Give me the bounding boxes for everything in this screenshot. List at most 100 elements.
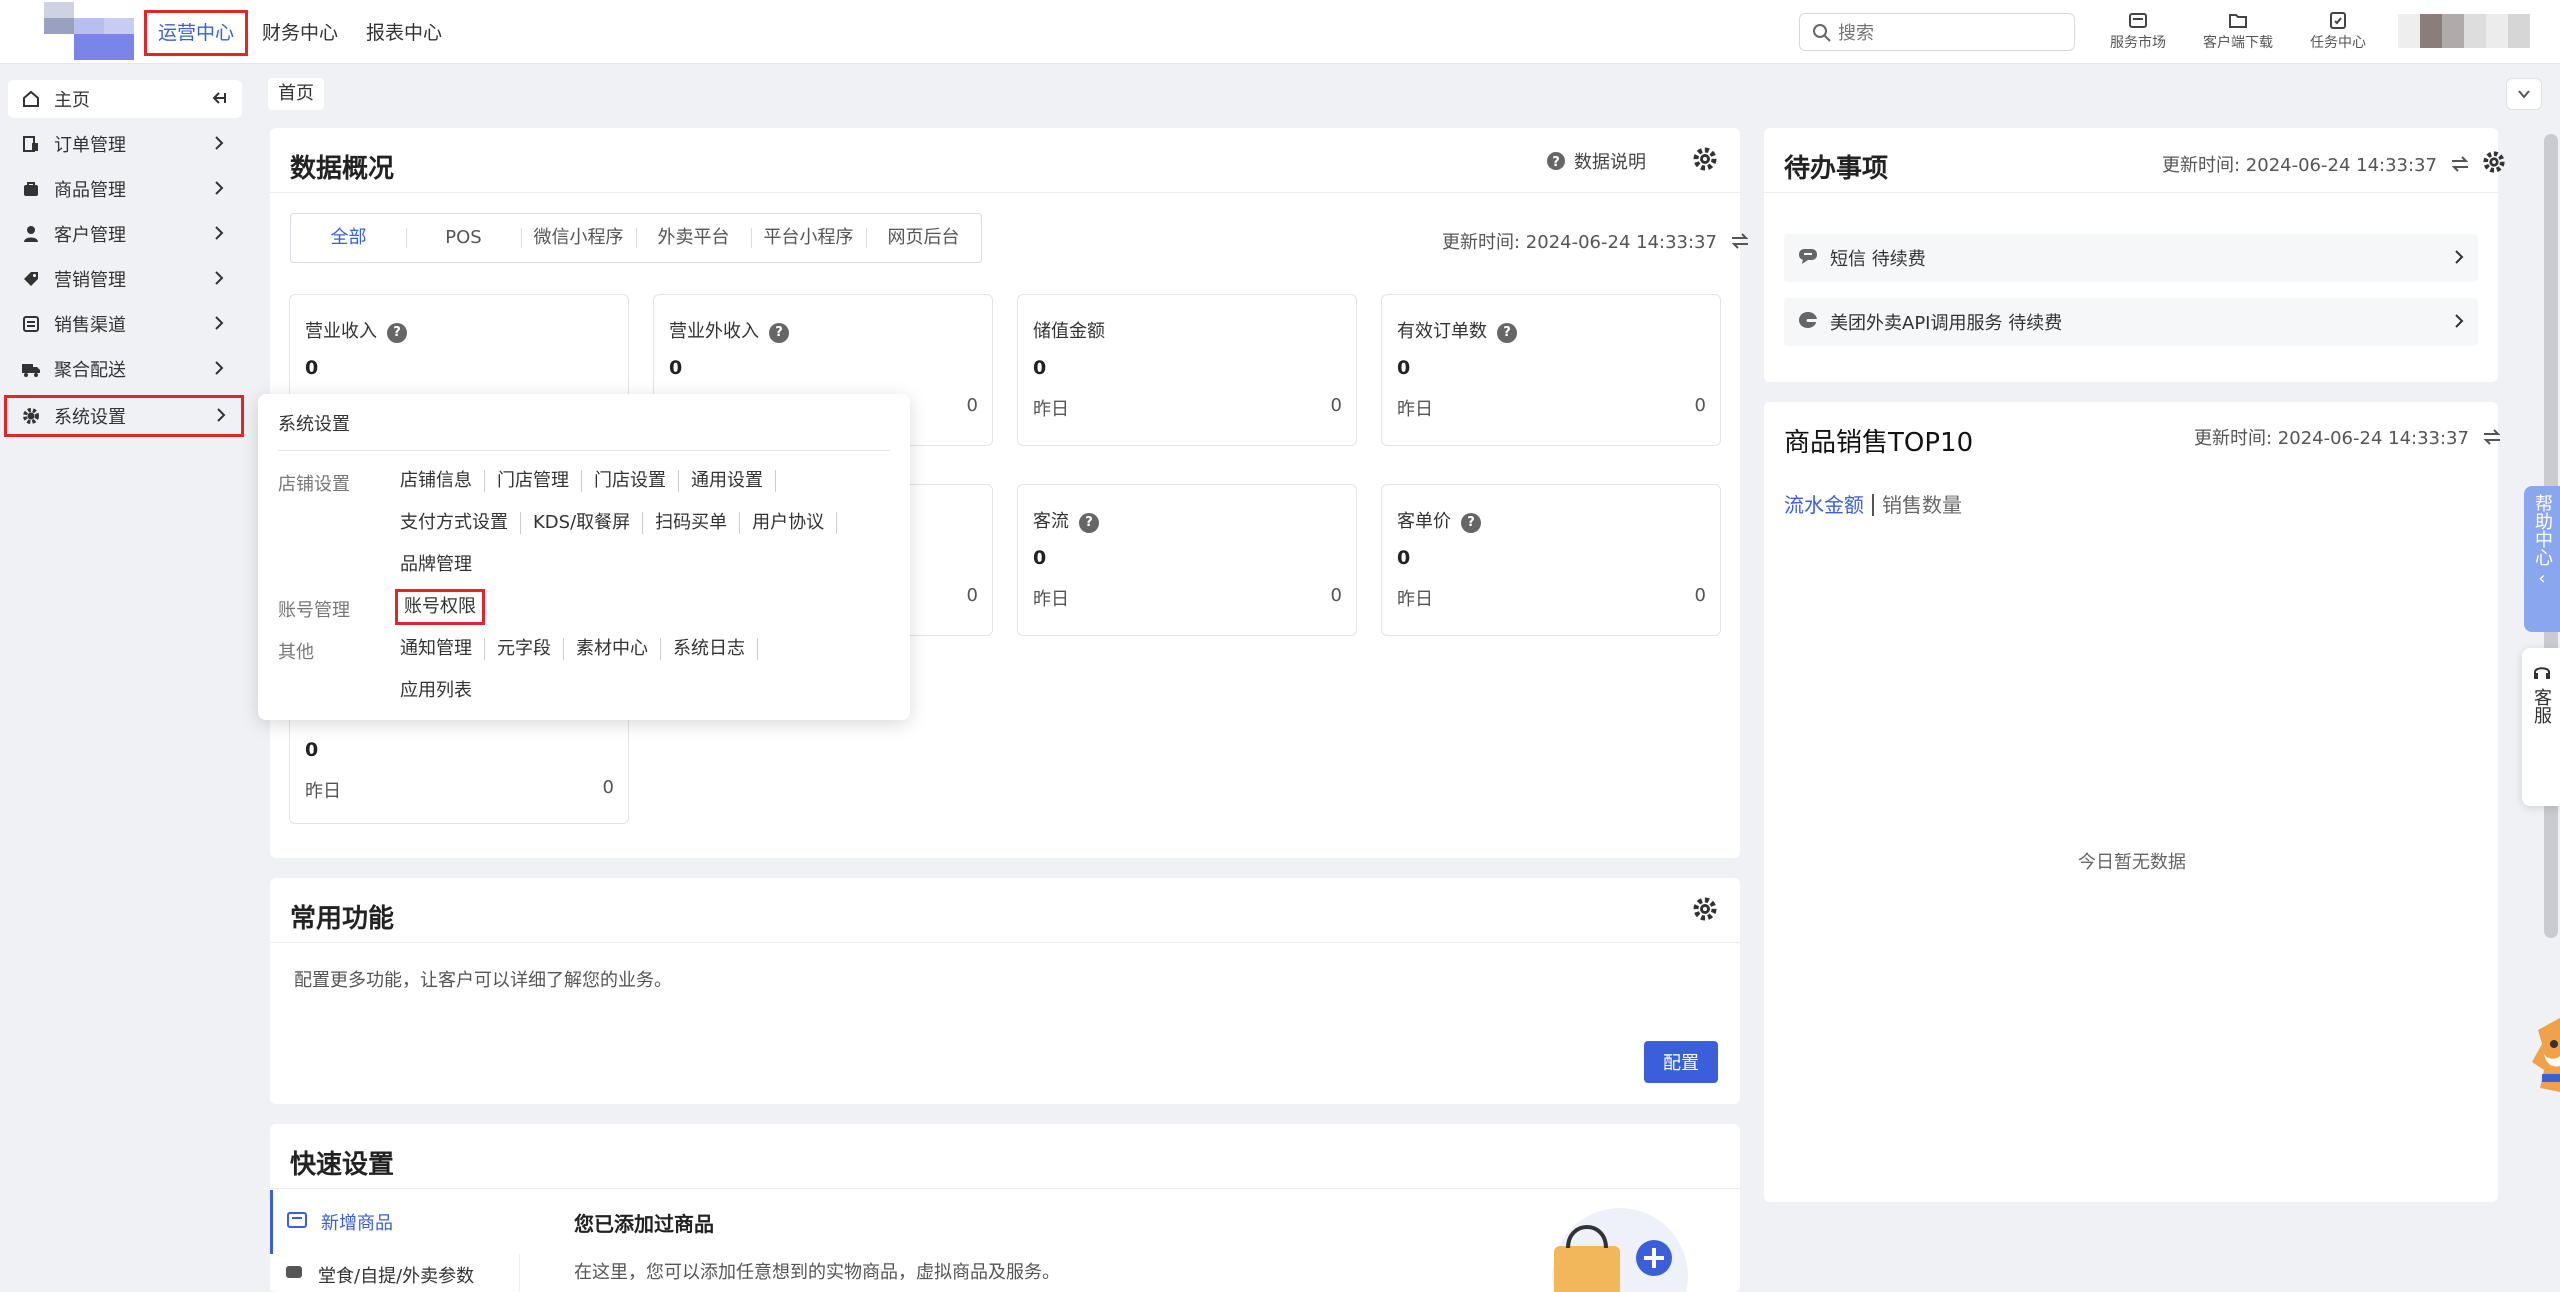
sidebar-item-system-settings[interactable]: 系统设置 — [4, 395, 244, 437]
features-settings-gear-icon[interactable] — [1692, 896, 1718, 922]
toggle-sales-qty[interactable]: 销售数量 — [1882, 493, 1962, 517]
sidebar-item-channels[interactable]: 销售渠道 — [8, 305, 242, 343]
todo-item-sms[interactable]: 短信 待续费 — [1784, 234, 2478, 282]
menu-store-settings[interactable]: 门店设置 — [594, 470, 679, 492]
menu-store-info[interactable]: 店铺信息 — [400, 470, 485, 492]
refresh-icon[interactable] — [1729, 231, 1751, 251]
stat-card-traffic[interactable]: 客流? 0 昨日 0 — [1017, 484, 1357, 636]
stat-yesterday-value: 0 — [1694, 585, 1706, 606]
top10-card: 商品销售TOP10 — [1764, 402, 2498, 1202]
stat-label: 储值金额 — [1033, 321, 1105, 342]
client-download-button[interactable]: 客户端下载 — [2188, 8, 2288, 52]
store-settings-row-1: 店铺信息 门店管理 门店设置 通用设置 — [400, 470, 788, 492]
clipboard-icon — [2330, 12, 2346, 29]
quick-item-dine-params[interactable]: 堂食/自提/外卖参数 — [270, 1254, 520, 1292]
breadcrumb[interactable]: 首页 — [268, 78, 324, 110]
menu-store-management[interactable]: 门店管理 — [497, 470, 582, 492]
toggle-flow-amount[interactable]: 流水金额 — [1784, 493, 1864, 517]
sidebar-item-label: 客户管理 — [54, 225, 126, 246]
topnav-operations[interactable]: 运营中心 — [144, 10, 249, 56]
chevron-right-icon — [2450, 312, 2468, 335]
tab-all[interactable]: 全部 — [291, 214, 406, 262]
todo-item-label: 短信 待续费 — [1830, 249, 1926, 270]
sidebar-item-marketing[interactable]: 营销管理 — [8, 260, 242, 298]
stat-value: 0 — [1397, 357, 1411, 379]
divider — [270, 192, 1740, 193]
refresh-icon[interactable] — [2481, 427, 2503, 447]
menu-material-center[interactable]: 素材中心 — [576, 638, 661, 660]
menu-notifications[interactable]: 通知管理 — [400, 638, 485, 660]
menu-payment-settings[interactable]: 支付方式设置 — [400, 512, 521, 534]
stat-card-stored-value[interactable]: 储值金额 0 昨日 0 — [1017, 294, 1357, 446]
tab-web-backend[interactable]: 网页后台 — [866, 214, 981, 262]
stat-value: 0 — [305, 357, 319, 379]
stat-card-avg-ticket[interactable]: 客单价? 0 昨日 0 — [1381, 484, 1721, 636]
todo-item-meituan-api[interactable]: 美团外卖API调用服务 待续费 — [1784, 298, 2478, 346]
chevron-right-icon — [210, 359, 228, 382]
tab-platform-mini[interactable]: 平台小程序 — [751, 214, 866, 262]
sidebar-item-label: 聚合配送 — [54, 360, 126, 381]
todo-item-label: 美团外卖API调用服务 待续费 — [1830, 313, 2063, 334]
service-market-button[interactable]: 服务市场 — [2088, 8, 2188, 52]
sidebar-item-orders[interactable]: 订单管理 — [8, 125, 242, 163]
stat-value: 0 — [1397, 547, 1411, 569]
divider — [278, 450, 890, 451]
group-other: 其他 — [278, 642, 314, 663]
sidebar-item-products[interactable]: 商品管理 — [8, 170, 242, 208]
help-circle-icon[interactable]: ? — [1461, 513, 1481, 533]
menu-kds-screen[interactable]: KDS/取餐屏 — [533, 512, 644, 534]
truck-icon — [20, 360, 42, 378]
tab-pos[interactable]: POS — [406, 214, 521, 262]
help-center-tab[interactable]: 帮助中心 ‹ — [2524, 486, 2560, 632]
task-center-button[interactable]: 任务中心 — [2288, 8, 2388, 52]
help-circle-icon[interactable]: ? — [1497, 323, 1517, 343]
refresh-icon[interactable] — [2449, 154, 2471, 174]
sidebar-item-customers[interactable]: 客户管理 — [8, 215, 242, 253]
stat-yesterday-value: 0 — [966, 585, 978, 606]
user-avatar[interactable] — [2398, 14, 2538, 48]
todo-settings-gear-icon[interactable] — [2482, 150, 2506, 174]
data-explain-link[interactable]: ? 数据说明 — [1546, 148, 1646, 174]
search-box[interactable] — [1799, 13, 2075, 51]
tab-wechat-mini[interactable]: 微信小程序 — [521, 214, 636, 262]
mascot-image[interactable] — [2530, 1010, 2560, 1096]
search-input[interactable] — [1838, 20, 2058, 46]
group-store-settings: 店铺设置 — [278, 474, 350, 495]
store-settings-row-2: 支付方式设置 KDS/取餐屏 扫码买单 用户协议 — [400, 512, 849, 534]
stat-yesterday-value: 0 — [1330, 585, 1342, 606]
help-circle-icon[interactable]: ? — [387, 323, 407, 343]
configure-button[interactable]: 配置 — [1644, 1041, 1718, 1083]
chevron-left-icon: ‹ — [2538, 568, 2546, 589]
home-icon — [20, 90, 42, 108]
chevron-right-icon — [210, 269, 228, 292]
quick-item-add-product[interactable]: 新增商品 — [270, 1190, 520, 1254]
menu-meta-fields[interactable]: 元字段 — [497, 638, 564, 660]
tab-takeout[interactable]: 外卖平台 — [636, 214, 751, 262]
help-circle-icon[interactable]: ? — [1079, 513, 1099, 533]
stat-label: 营业外收入 — [669, 321, 759, 342]
menu-user-agreement[interactable]: 用户协议 — [752, 512, 838, 534]
topnav-finance[interactable]: 财务中心 — [248, 10, 352, 56]
stat-card-valid-orders[interactable]: 有效订单数? 0 昨日 0 — [1381, 294, 1721, 446]
collapse-sidebar-icon[interactable] — [210, 89, 228, 112]
sidebar-item-home[interactable]: 主页 — [8, 80, 242, 118]
menu-scan-pay[interactable]: 扫码买单 — [655, 512, 741, 534]
common-features-title: 常用功能 — [290, 904, 395, 934]
chevron-down-icon — [2518, 90, 2530, 99]
sidebar-item-delivery[interactable]: 聚合配送 — [8, 350, 242, 388]
overview-settings-gear-icon[interactable] — [1692, 146, 1718, 172]
store-settings-row-3: 品牌管理 — [400, 554, 496, 576]
expand-tabs-button[interactable] — [2506, 78, 2542, 110]
chevron-right-icon — [210, 134, 228, 157]
topnav-reports[interactable]: 报表中心 — [352, 10, 456, 56]
menu-title: 系统设置 — [278, 414, 350, 435]
help-circle-icon[interactable]: ? — [769, 323, 789, 343]
customer-service-tab[interactable]: 客服 — [2522, 648, 2560, 806]
menu-brand-management[interactable]: 品牌管理 — [400, 554, 484, 576]
stat-value: 0 — [1033, 357, 1047, 379]
menu-account-permissions[interactable]: 账号权限 — [395, 589, 485, 625]
menu-general-settings[interactable]: 通用设置 — [691, 470, 776, 492]
menu-app-list[interactable]: 应用列表 — [400, 680, 484, 702]
stat-yesterday-label: 昨日 — [1033, 589, 1069, 610]
menu-system-log[interactable]: 系统日志 — [673, 638, 758, 660]
